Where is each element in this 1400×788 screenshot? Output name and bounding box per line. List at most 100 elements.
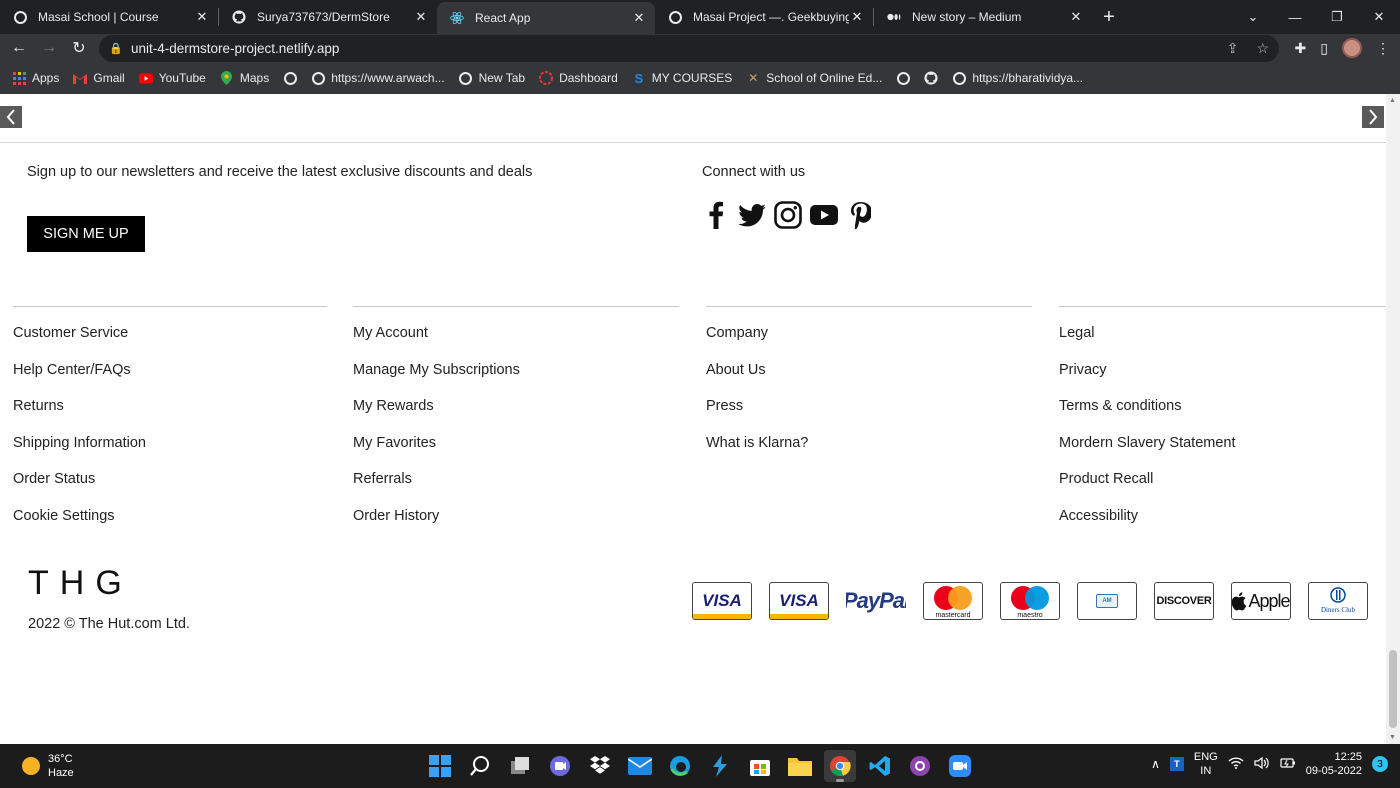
menu-icon[interactable]: ⋮: [1376, 40, 1390, 57]
file-explorer-icon[interactable]: [784, 750, 816, 782]
footer-link-press[interactable]: Press: [706, 397, 1032, 434]
footer-link-returns[interactable]: Returns: [13, 397, 327, 434]
footer-link-slavery-statement[interactable]: Mordern Slavery Statement: [1059, 434, 1386, 471]
bookmark-globe[interactable]: [283, 71, 297, 85]
bookmark-new-tab[interactable]: New Tab: [459, 71, 525, 85]
bookmark-star-icon[interactable]: ☆: [1256, 40, 1269, 57]
scroll-up-icon[interactable]: ▲: [1389, 97, 1396, 104]
footer-link-product-recall[interactable]: Product Recall: [1059, 470, 1386, 507]
bookmark-label: Apps: [32, 71, 60, 85]
footer-link-terms[interactable]: Terms & conditions: [1059, 397, 1386, 434]
bookmark-bharatividya[interactable]: https://bharatividya...: [952, 71, 1083, 85]
chevron-up-icon[interactable]: ∧: [1151, 757, 1160, 771]
close-icon[interactable]: ✕: [849, 9, 865, 25]
bookmark-school[interactable]: ✕ School of Online Ed...: [746, 71, 882, 85]
twitter-icon[interactable]: [738, 200, 766, 230]
tray-app-icon[interactable]: T: [1169, 757, 1184, 771]
close-icon[interactable]: ✕: [194, 9, 210, 25]
sign-me-up-button[interactable]: SIGN ME UP: [27, 216, 145, 252]
url-text[interactable]: unit-4-dermstore-project.netlify.app: [131, 41, 339, 56]
lock-icon[interactable]: 🔒: [109, 42, 123, 55]
notification-badge[interactable]: 3: [1372, 756, 1388, 772]
task-view-icon[interactable]: [504, 750, 536, 782]
bookmark-maps[interactable]: Maps: [220, 71, 269, 85]
language-indicator[interactable]: ENG IN: [1194, 750, 1218, 778]
pinterest-icon[interactable]: [846, 200, 874, 230]
scroll-down-icon[interactable]: ▼: [1389, 734, 1396, 741]
carousel-prev-button[interactable]: [0, 106, 22, 128]
restore-icon[interactable]: ❐: [1316, 0, 1358, 34]
footer-link-favorites[interactable]: My Favorites: [353, 434, 679, 471]
footer-link-my-account[interactable]: My Account: [353, 324, 679, 361]
share-icon[interactable]: ⇪: [1227, 40, 1239, 57]
bookmark-apps[interactable]: Apps: [12, 71, 59, 85]
weather-widget[interactable]: 36°C Haze: [22, 752, 74, 780]
address-bar[interactable]: 🔒 unit-4-dermstore-project.netlify.app ⇪…: [99, 35, 1279, 62]
footer-link-order-history[interactable]: Order History: [353, 507, 679, 544]
power-automate-icon[interactable]: [704, 750, 736, 782]
start-icon[interactable]: [424, 750, 456, 782]
footer-link-accessibility[interactable]: Accessibility: [1059, 507, 1386, 544]
reload-icon[interactable]: ↻: [64, 34, 94, 62]
scrollbar-thumb[interactable]: [1389, 650, 1397, 728]
facebook-icon[interactable]: [702, 200, 730, 230]
bookmark-gmail[interactable]: Gmail: [73, 71, 125, 85]
new-tab-button[interactable]: +: [1092, 0, 1126, 34]
chat-icon[interactable]: [544, 750, 576, 782]
clock[interactable]: 12:25 09-05-2022: [1306, 750, 1362, 778]
footer-link-company[interactable]: Company: [706, 324, 1032, 361]
tab-search-icon[interactable]: ⌄: [1232, 0, 1274, 34]
footer-link-klarna[interactable]: What is Klarna?: [706, 434, 1032, 471]
vscode-icon[interactable]: [864, 750, 896, 782]
close-window-icon[interactable]: ✕: [1358, 0, 1400, 34]
footer-link-referrals[interactable]: Referrals: [353, 470, 679, 507]
tab-title: Masai Project —. Geekbuying.com: [693, 10, 849, 24]
forward-icon[interactable]: →: [34, 34, 64, 62]
payment-methods: VISA VISA PayPal mastercard maestro AM D…: [692, 582, 1368, 620]
side-panel-icon[interactable]: ▯: [1320, 40, 1328, 57]
wifi-icon[interactable]: [1228, 756, 1244, 772]
battery-icon[interactable]: [1280, 756, 1296, 773]
footer-link-subscriptions[interactable]: Manage My Subscriptions: [353, 361, 679, 398]
extensions-icon[interactable]: ✚: [1295, 40, 1307, 57]
chrome-icon[interactable]: [824, 750, 856, 782]
bookmark-arwach[interactable]: https://www.arwach...: [311, 71, 445, 85]
mail-icon[interactable]: [624, 750, 656, 782]
search-icon[interactable]: [464, 750, 496, 782]
bookmark-youtube[interactable]: YouTube: [138, 71, 206, 85]
youtube-icon[interactable]: [810, 200, 838, 230]
carousel-next-button[interactable]: [1362, 106, 1384, 128]
instagram-icon[interactable]: [774, 200, 802, 230]
browser-tab[interactable]: New story – Medium ✕: [874, 0, 1092, 34]
footer-link-customer-service[interactable]: Customer Service: [13, 324, 327, 361]
footer-link-cookie-settings[interactable]: Cookie Settings: [13, 507, 327, 544]
close-icon[interactable]: ✕: [631, 10, 647, 26]
bookmark-globe-2[interactable]: [896, 71, 910, 85]
footer-link-rewards[interactable]: My Rewards: [353, 397, 679, 434]
footer-link-order-status[interactable]: Order Status: [13, 470, 327, 507]
browser-tab[interactable]: Masai Project —. Geekbuying.com ✕: [655, 0, 873, 34]
github-desktop-icon[interactable]: [904, 750, 936, 782]
browser-tab[interactable]: Masai School | Course ✕: [0, 0, 218, 34]
volume-icon[interactable]: [1254, 756, 1270, 773]
profile-avatar[interactable]: [1342, 38, 1362, 58]
browser-tab-active[interactable]: React App ✕: [437, 2, 655, 34]
footer-link-shipping[interactable]: Shipping Information: [13, 434, 327, 471]
close-icon[interactable]: ✕: [413, 9, 429, 25]
close-icon[interactable]: ✕: [1068, 9, 1084, 25]
footer-link-legal[interactable]: Legal: [1059, 324, 1386, 361]
footer-link-about-us[interactable]: About Us: [706, 361, 1032, 398]
bookmark-github[interactable]: [924, 71, 938, 85]
store-icon[interactable]: [744, 750, 776, 782]
dropbox-icon[interactable]: [584, 750, 616, 782]
back-icon[interactable]: ←: [4, 34, 34, 62]
footer-link-privacy[interactable]: Privacy: [1059, 361, 1386, 398]
bookmark-dashboard[interactable]: Dashboard: [539, 71, 618, 85]
footer-link-help-center[interactable]: Help Center/FAQs: [13, 361, 327, 398]
minimize-icon[interactable]: —: [1274, 0, 1316, 34]
browser-tab[interactable]: Surya737673/DermStore ✕: [219, 0, 437, 34]
edge-icon[interactable]: [664, 750, 696, 782]
zoom-icon[interactable]: [944, 750, 976, 782]
bookmark-my-courses[interactable]: S MY COURSES: [632, 71, 732, 86]
page-scrollbar[interactable]: ▲ ▼: [1386, 94, 1400, 744]
